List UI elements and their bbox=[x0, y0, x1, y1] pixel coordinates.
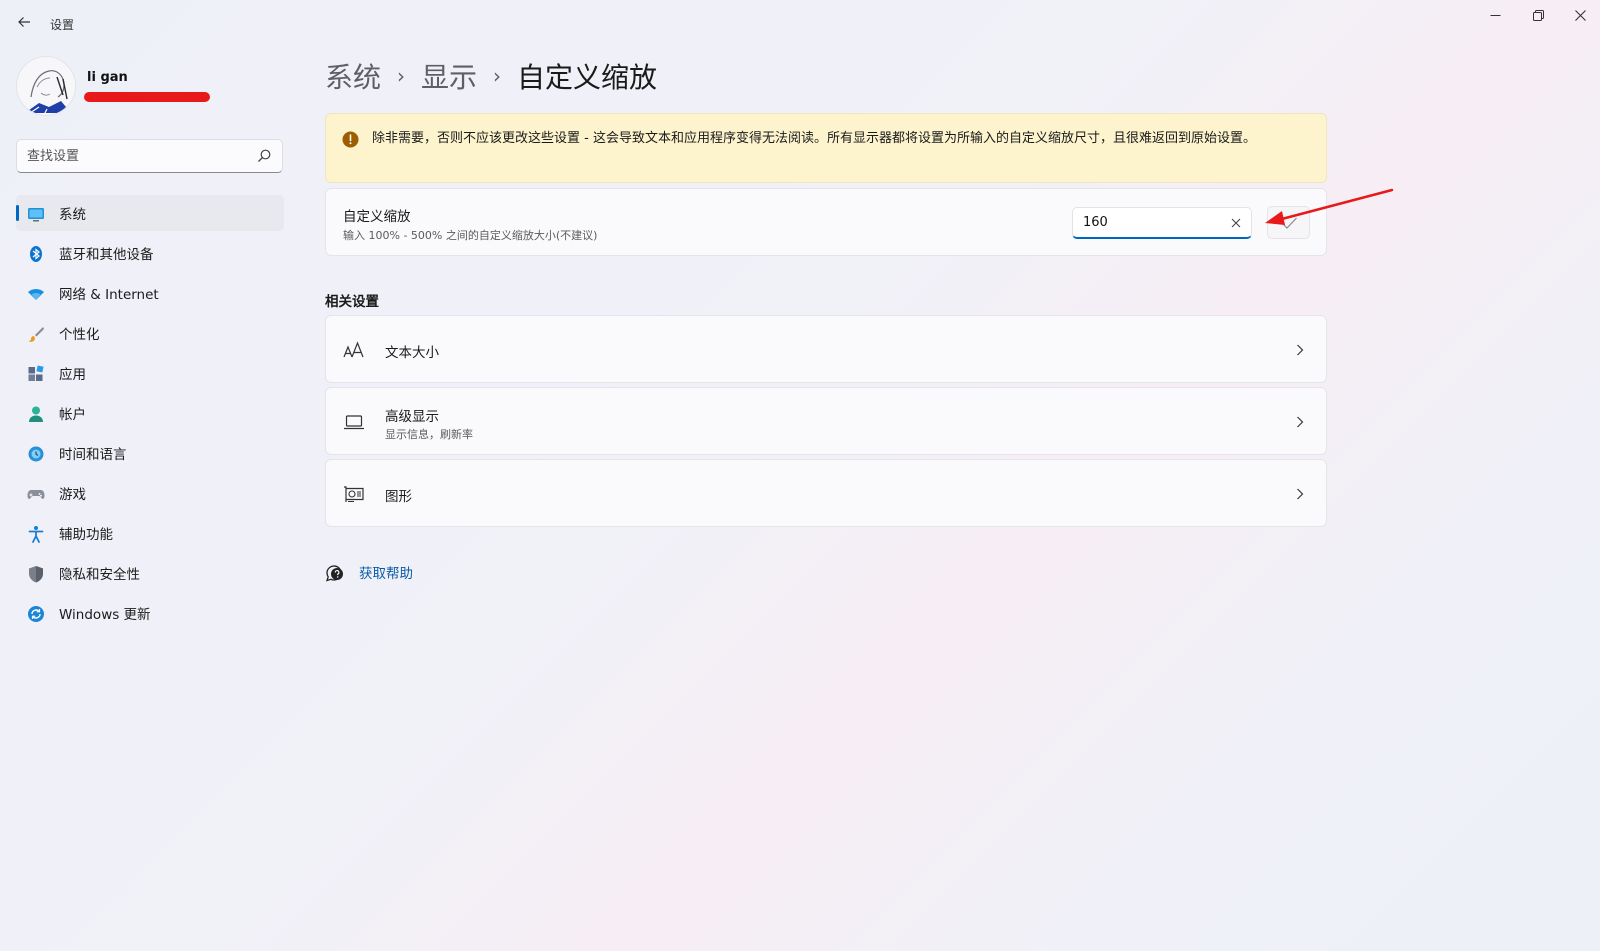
sidebar-item-label: 应用 bbox=[59, 367, 86, 383]
custom-scaling-card: 自定义缩放 输入 100% - 500% 之间的自定义缩放大小(不建议) bbox=[325, 188, 1327, 256]
sidebar-item-apps[interactable]: 应用 bbox=[16, 355, 284, 391]
sidebar-item-label: 游戏 bbox=[59, 487, 86, 503]
advanced-display-link[interactable]: 高级显示 显示信息，刷新率 bbox=[325, 387, 1327, 455]
sidebar-item-network[interactable]: 网络 & Internet bbox=[16, 275, 284, 311]
brush-icon bbox=[28, 327, 44, 342]
page-title: 自定义缩放 bbox=[517, 61, 658, 94]
bluetooth-icon bbox=[30, 246, 42, 262]
help-icon bbox=[325, 565, 343, 582]
scaling-input-box[interactable] bbox=[1072, 207, 1252, 239]
sidebar-item-system[interactable]: 系统 bbox=[16, 195, 284, 231]
text-size-link[interactable]: 文本大小 bbox=[325, 315, 1327, 383]
shield-icon bbox=[29, 566, 43, 583]
sidebar-item-privacy[interactable]: 隐私和安全性 bbox=[16, 555, 284, 591]
breadcrumb-separator: › bbox=[397, 64, 406, 88]
avatar bbox=[16, 56, 76, 116]
chevron-right-icon bbox=[1297, 416, 1304, 428]
graphics-link[interactable]: 图形 bbox=[325, 459, 1327, 527]
graphics-title: 图形 bbox=[385, 489, 412, 505]
globe-clock-icon bbox=[28, 446, 44, 462]
sidebar-item-label: Windows 更新 bbox=[59, 607, 151, 623]
text-size-title: 文本大小 bbox=[385, 345, 439, 361]
laptop-icon bbox=[344, 415, 364, 430]
get-help-label: 获取帮助 bbox=[359, 566, 413, 582]
breadcrumb-item-display[interactable]: 显示 bbox=[421, 56, 477, 96]
update-icon bbox=[28, 606, 44, 622]
search-input[interactable] bbox=[17, 140, 247, 172]
sidebar-item-time-language[interactable]: 时间和语言 bbox=[16, 435, 284, 471]
custom-scaling-description: 输入 100% - 500% 之间的自定义缩放大小(不建议) bbox=[343, 229, 598, 242]
close-button[interactable] bbox=[1563, 4, 1597, 26]
user-name: li gan bbox=[87, 70, 128, 85]
confirm-button[interactable] bbox=[1267, 206, 1310, 239]
graphics-card-icon bbox=[344, 486, 364, 503]
breadcrumb: 系统 › 显示 › 自定义缩放 bbox=[325, 54, 657, 98]
close-icon bbox=[1574, 9, 1586, 21]
sidebar-item-label: 辅助功能 bbox=[59, 527, 113, 543]
accessibility-icon bbox=[28, 526, 44, 543]
wifi-icon bbox=[28, 289, 44, 300]
restore-button[interactable] bbox=[1521, 4, 1555, 26]
minimize-button[interactable] bbox=[1478, 4, 1512, 26]
advanced-display-subtitle: 显示信息，刷新率 bbox=[385, 428, 473, 441]
sidebar-item-windows-update[interactable]: Windows 更新 bbox=[16, 595, 284, 631]
chevron-right-icon bbox=[1297, 488, 1304, 500]
sidebar-item-bluetooth[interactable]: 蓝牙和其他设备 bbox=[16, 235, 284, 271]
warning-text: 除非需要，否则不应该更改这些设置 - 这会导致文本和应用程序变得无法阅读。所有显… bbox=[372, 131, 1256, 146]
app-title: 设置 bbox=[50, 18, 75, 32]
checkmark-icon bbox=[1282, 217, 1297, 229]
sidebar-item-gaming[interactable]: 游戏 bbox=[16, 475, 284, 511]
restore-icon bbox=[1532, 9, 1544, 21]
gamepad-icon bbox=[27, 490, 45, 499]
get-help-link[interactable]: 获取帮助 bbox=[325, 560, 413, 584]
sidebar-item-label: 个性化 bbox=[59, 327, 100, 343]
related-settings-title: 相关设置 bbox=[325, 294, 379, 310]
redaction-mark bbox=[84, 92, 210, 102]
sidebar-item-label: 蓝牙和其他设备 bbox=[59, 247, 154, 263]
user-profile[interactable]: li gan bbox=[16, 56, 286, 118]
sidebar-item-accounts[interactable]: 帐户 bbox=[16, 395, 284, 431]
sidebar-item-label: 帐户 bbox=[59, 407, 86, 423]
sidebar-item-label: 系统 bbox=[59, 207, 86, 223]
scaling-input[interactable] bbox=[1073, 208, 1223, 237]
sidebar-item-label: 时间和语言 bbox=[59, 447, 127, 463]
breadcrumb-item-system[interactable]: 系统 bbox=[325, 56, 381, 96]
apps-icon bbox=[28, 365, 44, 381]
person-icon bbox=[29, 406, 43, 422]
clear-icon[interactable] bbox=[1229, 216, 1243, 230]
text-size-icon bbox=[343, 341, 364, 358]
search-icon bbox=[258, 149, 271, 162]
chevron-right-icon bbox=[1297, 344, 1304, 356]
warning-banner: 除非需要，否则不应该更改这些设置 - 这会导致文本和应用程序变得无法阅读。所有显… bbox=[325, 113, 1327, 183]
minimize-icon bbox=[1490, 14, 1500, 16]
avatar-illustration-icon bbox=[17, 57, 75, 115]
warning-icon bbox=[342, 131, 359, 148]
sidebar-item-label: 网络 & Internet bbox=[59, 287, 159, 303]
title-bar: 设置 bbox=[0, 0, 1600, 44]
advanced-display-title: 高级显示 bbox=[385, 409, 439, 425]
search-box[interactable] bbox=[16, 139, 283, 173]
sidebar-item-accessibility[interactable]: 辅助功能 bbox=[16, 515, 284, 551]
monitor-icon bbox=[28, 208, 44, 222]
breadcrumb-separator: › bbox=[493, 64, 502, 88]
custom-scaling-title: 自定义缩放 bbox=[343, 209, 411, 225]
back-button[interactable] bbox=[14, 12, 34, 32]
back-arrow-icon bbox=[18, 17, 30, 27]
sidebar-nav: 系统 蓝牙和其他设备 网络 & Internet 个性化 应用 帐户 时间和语言… bbox=[16, 195, 284, 635]
sidebar-item-label: 隐私和安全性 bbox=[59, 567, 140, 583]
sidebar-item-personalization[interactable]: 个性化 bbox=[16, 315, 284, 351]
